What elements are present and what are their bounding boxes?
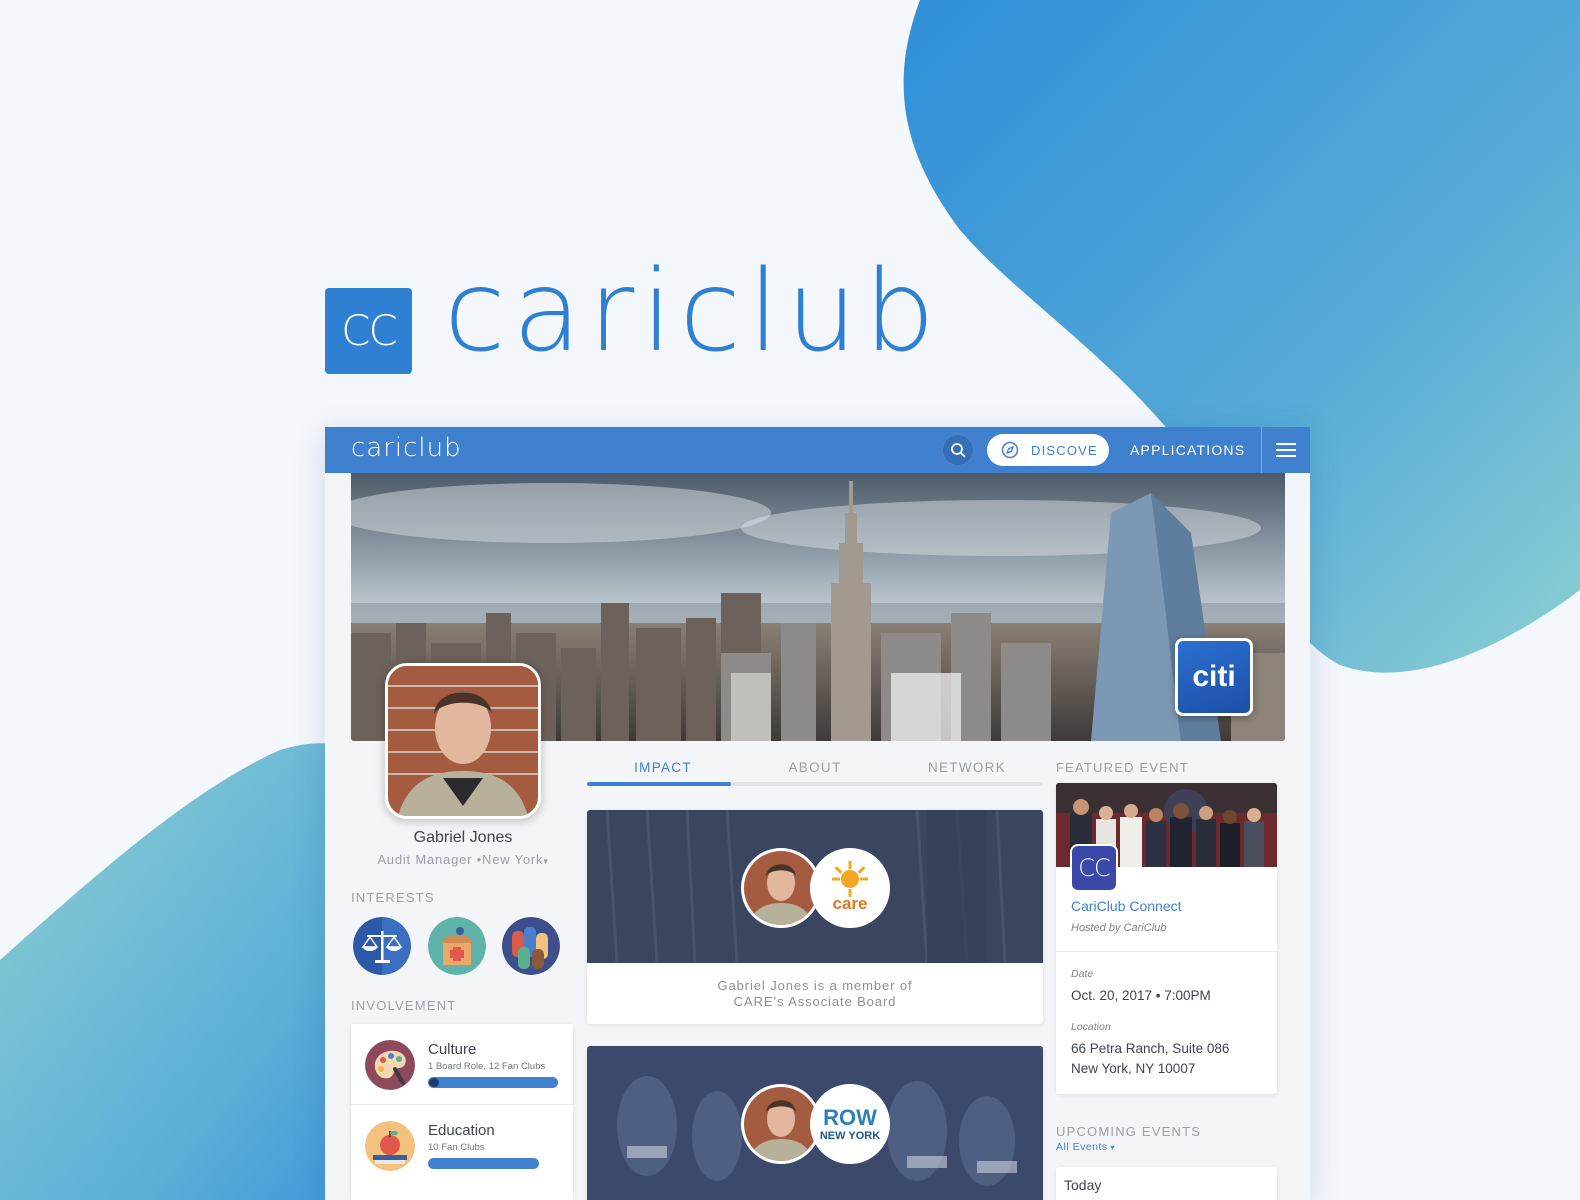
feed-card[interactable]: care Gabriel Jones is a member of CARE’s… <box>587 810 1043 1024</box>
feed-caption-line2: CARE’s Associate Board <box>733 993 897 1009</box>
event-divider <box>1056 951 1277 952</box>
involvement-label: INVOLVEMENT <box>351 998 457 1013</box>
event-org-logo: CC <box>1070 844 1118 892</box>
care-logo-icon: care <box>813 851 887 925</box>
event-location-line2: New York, NY 10007 <box>1071 1060 1196 1076</box>
caret-down-icon: ▾ <box>1107 1143 1115 1152</box>
event-location-line1: 66 Petra Ranch, Suite 086 <box>1071 1041 1230 1056</box>
top-navbar: cariclub DISCOVE APPLICATIONS <box>325 427 1310 473</box>
discover-label: DISCOVE <box>1031 442 1098 458</box>
event-date-label: Date <box>1071 968 1094 980</box>
apple-books-icon <box>365 1121 415 1171</box>
upcoming-events-today-group[interactable]: Today <box>1056 1167 1277 1200</box>
justice-scales-icon <box>353 917 411 975</box>
interests-label: INTERESTS <box>351 890 435 905</box>
company-logo-citi[interactable]: citi <box>1175 638 1253 716</box>
hero-logo-text: CC <box>341 306 398 355</box>
search-icon <box>951 443 966 458</box>
hands-together-icon <box>502 917 560 975</box>
company-logo-text: citi <box>1192 660 1236 693</box>
caret-down-icon: ▾ <box>543 856 549 866</box>
event-host: Hosted by CariClub <box>1071 922 1167 934</box>
member-photo <box>744 1087 818 1161</box>
feed-member-avatar[interactable] <box>741 848 821 928</box>
progress-dot <box>429 1078 439 1087</box>
palette-icon <box>365 1040 415 1090</box>
event-date-value: Oct. 20, 2017 • 7:00PM <box>1071 988 1211 1003</box>
feed-org-avatar-care[interactable]: care <box>810 848 890 928</box>
involvement-title: Culture <box>428 1041 477 1058</box>
hero-wordmark: cariclub <box>444 247 943 377</box>
menu-button[interactable] <box>1261 427 1310 473</box>
svg-text:care: care <box>833 894 868 913</box>
interest-health[interactable] <box>428 917 486 975</box>
involvement-title: Education <box>428 1122 495 1139</box>
row-new-york-logo-icon: ROW NEW YORK <box>813 1087 887 1161</box>
tab-active-indicator <box>587 782 731 786</box>
all-events-filter-text: All Events <box>1056 1141 1108 1153</box>
hero-logo-mark: CC <box>325 288 412 374</box>
medical-donation-box-icon <box>428 917 486 975</box>
profile-photo <box>388 666 538 816</box>
feed-caption: Gabriel Jones is a member of CARE’s Asso… <box>587 978 1043 1009</box>
event-logo-text: CC <box>1078 854 1111 882</box>
involvement-desc: 1 Board Role, 12 Fan Clubs <box>428 1061 546 1072</box>
profile-avatar[interactable] <box>385 663 541 819</box>
bottom-left-blob <box>0 743 360 1200</box>
palette-icon-wrap <box>365 1040 415 1090</box>
feed-card[interactable]: ROW NEW YORK <box>587 1046 1043 1200</box>
tab-impact[interactable]: IMPACT <box>587 760 739 775</box>
search-button[interactable] <box>942 434 974 466</box>
compass-icon <box>1001 441 1019 459</box>
involvement-desc: 10 Fan Clubs <box>428 1142 485 1153</box>
all-events-filter[interactable]: All Events ▾ <box>1056 1141 1115 1153</box>
applications-link[interactable]: APPLICATIONS <box>1130 442 1245 458</box>
feed-caption-line1: Gabriel Jones is a member of <box>717 978 913 993</box>
hamburger-menu-icon <box>1276 443 1296 457</box>
upcoming-events-label: UPCOMING EVENTS <box>1056 1124 1202 1139</box>
row-logo-line2: NEW YORK <box>820 1130 880 1142</box>
tab-network[interactable]: NETWORK <box>891 760 1043 775</box>
involvement-progress-bar <box>428 1158 539 1169</box>
app-window: cariclub DISCOVE APPLICATIONS citi Gabri… <box>325 427 1310 1200</box>
profile-subtitle-text: Audit Manager •New York <box>377 852 544 867</box>
profile-tabs: IMPACT ABOUT NETWORK <box>587 760 1043 788</box>
involvement-card: Culture 1 Board Role, 12 Fan Clubs Educa… <box>351 1024 573 1200</box>
involvement-item-education[interactable]: Education 10 Fan Clubs <box>351 1104 573 1184</box>
featured-event-card[interactable]: CC CariClub Connect Hosted by CariClub D… <box>1056 783 1277 1094</box>
discover-button[interactable]: DISCOVE <box>987 434 1109 466</box>
event-location-label: Location <box>1071 1021 1111 1033</box>
apple-books-icon-wrap <box>365 1121 415 1171</box>
involvement-item-culture[interactable]: Culture 1 Board Role, 12 Fan Clubs <box>351 1024 573 1104</box>
involvement-progress-bar <box>428 1077 558 1088</box>
feed-org-avatar-row-new-york[interactable]: ROW NEW YORK <box>810 1084 890 1164</box>
feed-member-avatar[interactable] <box>741 1084 821 1164</box>
tab-about[interactable]: ABOUT <box>739 760 891 775</box>
event-title[interactable]: CariClub Connect <box>1071 898 1182 914</box>
interest-justice[interactable] <box>353 917 411 975</box>
row-logo-line1: ROW <box>823 1105 877 1130</box>
event-location-value: 66 Petra Ranch, Suite 086 New York, NY 1… <box>1071 1039 1229 1078</box>
interest-community[interactable] <box>502 917 560 975</box>
member-photo <box>744 851 818 925</box>
profile-subtitle[interactable]: Audit Manager •New York▾ <box>351 852 575 867</box>
featured-event-label: FEATURED EVENT <box>1056 760 1189 775</box>
profile-name: Gabriel Jones <box>413 829 513 846</box>
nav-brand-logo[interactable]: cariclub <box>351 433 462 463</box>
today-label: Today <box>1064 1177 1102 1193</box>
